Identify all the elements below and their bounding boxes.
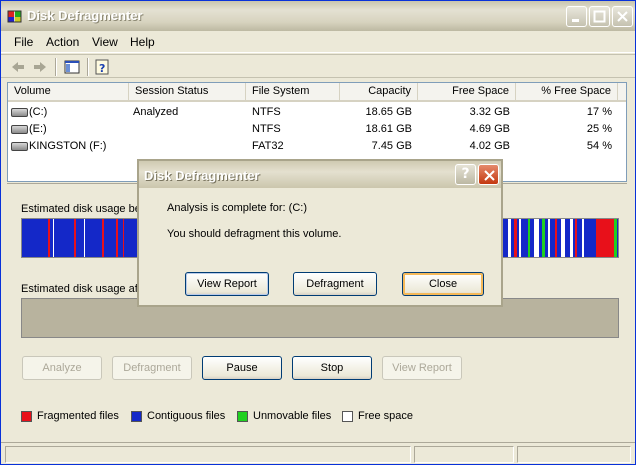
table-row[interactable]: (E:) NTFS 18.61 GB 4.69 GB 25 %: [8, 121, 626, 138]
dialog-help-button[interactable]: ?: [455, 164, 476, 185]
legend-swatch: [131, 411, 142, 422]
analysis-complete-message: Analysis is complete for: (C:): [167, 202, 307, 214]
close-icon: [617, 11, 628, 22]
file-system: NTFS: [252, 106, 281, 118]
legend-label: Free space: [358, 410, 414, 422]
file-system: FAT32: [252, 140, 284, 152]
stop-button[interactable]: Stop: [292, 356, 372, 380]
back-arrow-icon[interactable]: [9, 58, 27, 76]
status-pane: [5, 446, 411, 463]
maximize-icon: [593, 10, 606, 23]
column-capacity[interactable]: Capacity: [340, 83, 418, 101]
status-pane: [414, 446, 514, 463]
dialog-title: Disk Defragmenter: [144, 168, 260, 183]
legend-swatch: [342, 411, 353, 422]
file-system: NTFS: [252, 123, 281, 135]
disk-defragmenter-app-icon: [7, 10, 22, 23]
question-mark-icon: ?: [461, 166, 470, 182]
window-title: Disk Defragmenter: [27, 8, 143, 23]
legend-label: Unmovable files: [253, 410, 332, 422]
minimize-button[interactable]: [566, 6, 587, 27]
percent-free-space: 54 %: [586, 140, 612, 152]
hard-drive-icon: [11, 108, 28, 117]
capacity: 7.45 GB: [371, 140, 412, 152]
volume-name: KINGSTON (F:): [29, 140, 107, 152]
help-icon[interactable]: ?: [94, 58, 112, 76]
legend-label: Fragmented files: [37, 410, 119, 422]
column-file-system[interactable]: File System: [246, 83, 340, 101]
table-row[interactable]: (C:) Analyzed NTFS 18.65 GB 3.32 GB 17 %: [8, 104, 626, 121]
table-row[interactable]: KINGSTON (F:) FAT32 7.45 GB 4.02 GB 54 %: [8, 138, 626, 155]
toolbar-separator: [87, 58, 89, 76]
hard-drive-icon: [11, 125, 28, 134]
legend-label: Contiguous files: [147, 410, 226, 422]
column-percent-free-space[interactable]: % Free Space: [516, 83, 618, 101]
usage-before-label: Estimated disk usage be: [21, 203, 141, 215]
percent-free-space: 17 %: [586, 106, 612, 118]
defragment-button[interactable]: Defragment: [112, 356, 192, 380]
status-bar: [1, 442, 635, 464]
dialog-close-button[interactable]: Close: [402, 272, 484, 296]
menu-bar: File Action View Help: [1, 31, 635, 53]
dialog-close-x-button[interactable]: [478, 164, 499, 185]
capacity: 18.65 GB: [365, 106, 412, 118]
show-hide-console-tree-icon[interactable]: [63, 58, 81, 76]
percent-free-space: 25 %: [586, 123, 612, 135]
usb-drive-icon: [11, 142, 28, 151]
view-report-button[interactable]: View Report: [382, 356, 462, 380]
forward-arrow-icon[interactable]: [31, 58, 49, 76]
menu-help[interactable]: Help: [130, 35, 155, 49]
free-space: 3.32 GB: [469, 106, 510, 118]
legend-swatch: [21, 411, 32, 422]
toolbar-separator: [55, 58, 57, 76]
dialog-defragment-button[interactable]: Defragment: [293, 272, 377, 296]
analysis-complete-dialog: Disk Defragmenter ? Analysis is complete…: [137, 159, 503, 307]
menu-action[interactable]: Action: [46, 35, 79, 49]
menu-view[interactable]: View: [92, 35, 118, 49]
volume-name: (C:): [29, 106, 48, 118]
legend-swatch: [237, 411, 248, 422]
volume-list-header: Volume Session Status File System Capaci…: [8, 83, 626, 102]
analyze-button[interactable]: Analyze: [22, 356, 102, 380]
free-space: 4.69 GB: [469, 123, 510, 135]
close-button[interactable]: [612, 6, 633, 27]
svg-text:?: ?: [99, 62, 105, 75]
status-pane: [517, 446, 631, 463]
close-icon: [484, 170, 495, 181]
dialog-title-bar[interactable]: Disk Defragmenter ?: [139, 161, 501, 188]
free-space: 4.02 GB: [469, 140, 510, 152]
usage-after-label: Estimated disk usage aft: [21, 283, 141, 295]
defragment-recommendation-message: You should defragment this volume.: [167, 228, 342, 240]
session-status: Analyzed: [133, 106, 179, 118]
pause-button[interactable]: Pause: [202, 356, 282, 380]
column-free-space[interactable]: Free Space: [418, 83, 516, 101]
column-volume[interactable]: Volume: [8, 83, 129, 101]
maximize-button[interactable]: [589, 6, 610, 27]
dialog-view-report-button[interactable]: View Report: [185, 272, 269, 296]
toolbar: ?: [1, 54, 635, 78]
capacity: 18.61 GB: [365, 123, 412, 135]
minimize-icon: [572, 19, 579, 22]
menu-file[interactable]: File: [14, 35, 33, 49]
volume-name: (E:): [29, 123, 47, 135]
title-bar[interactable]: Disk Defragmenter: [1, 1, 635, 31]
column-session-status[interactable]: Session Status: [129, 83, 246, 101]
